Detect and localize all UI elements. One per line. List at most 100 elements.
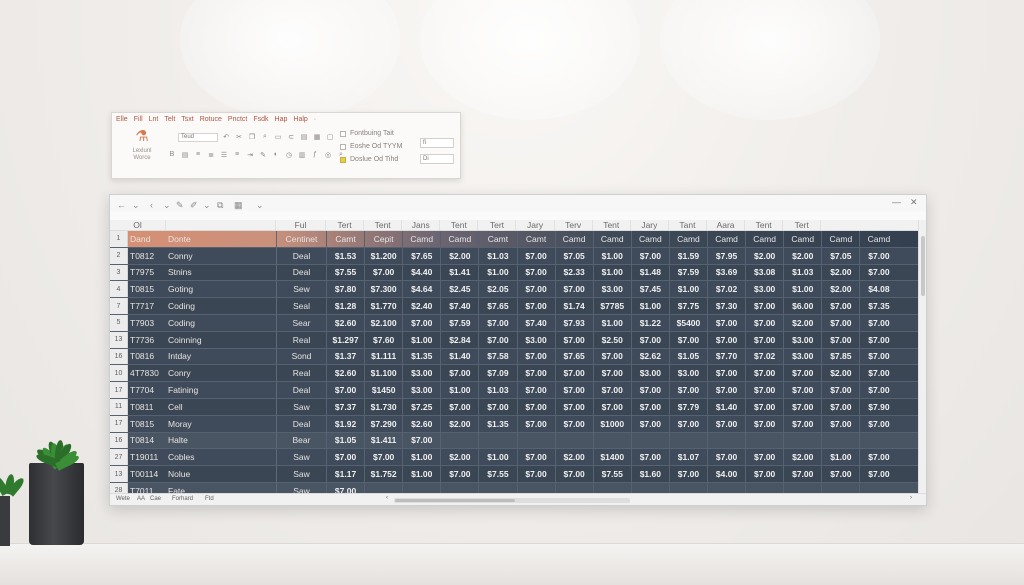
cell-value[interactable]: $1.111 bbox=[364, 348, 402, 365]
cell-value[interactable]: $1.03 bbox=[478, 382, 516, 398]
cell-value[interactable]: $7.00 bbox=[745, 365, 783, 382]
cell-value[interactable]: $1.00 bbox=[402, 331, 440, 348]
cell-id[interactable]: 4T7830 bbox=[128, 365, 166, 381]
cell-id[interactable]: T19011 bbox=[128, 449, 166, 465]
table-row[interactable]: 11 T0811 Cell Saw $7.37 $1.730 $7.25 $7.00 $7.00… bbox=[110, 399, 918, 416]
cell-value[interactable]: $7.00 bbox=[668, 466, 707, 482]
cell-value[interactable]: $7.00 bbox=[592, 382, 631, 398]
cell-value[interactable]: Camd bbox=[630, 231, 669, 247]
cell-value[interactable]: $7.00 bbox=[707, 415, 745, 432]
cell-value[interactable]: $7.00 bbox=[821, 399, 859, 415]
cell-value[interactable]: $7.00 bbox=[668, 382, 707, 398]
cell-value[interactable]: $7.59 bbox=[440, 315, 478, 331]
table-row[interactable]: 2 T0812 Conny Deal $1.53 $1.200 $7.65 $2.00 $1.0… bbox=[110, 247, 918, 265]
cell-value[interactable]: $7.00 bbox=[516, 415, 555, 432]
cell-value[interactable]: $7.00 bbox=[707, 449, 745, 466]
option-dropdown[interactable]: Di bbox=[420, 154, 454, 164]
cell-value[interactable]: $7.00 bbox=[364, 449, 402, 466]
cell-type[interactable]: Deal bbox=[276, 415, 326, 432]
dropdown-icon[interactable]: ⌄ bbox=[256, 200, 264, 211]
cell-type[interactable]: Centinet bbox=[276, 231, 326, 247]
checkbox-icon[interactable] bbox=[340, 130, 346, 137]
column-header[interactable]: Tent bbox=[440, 220, 479, 230]
cell-value[interactable]: $7.35 bbox=[859, 298, 897, 314]
scroll-left-icon[interactable]: ‹ bbox=[386, 495, 388, 501]
cell-value[interactable]: $3.08 bbox=[745, 264, 783, 281]
cell-value[interactable]: $1.00 bbox=[592, 315, 631, 331]
copy-icon[interactable]: ❐ bbox=[248, 133, 256, 141]
cell-value[interactable]: $1.411 bbox=[364, 432, 402, 449]
cell-type[interactable]: Real bbox=[276, 365, 326, 382]
cell-id[interactable]: T0815 bbox=[128, 281, 166, 297]
cell-value[interactable]: $7.00 bbox=[859, 247, 897, 264]
cell-value[interactable]: $7.45 bbox=[630, 281, 669, 298]
table-row[interactable]: 1 Dand Donte Centinet Camt Cepit Camd Camd Camt C… bbox=[110, 231, 918, 248]
cell-value[interactable]: $1400 bbox=[592, 449, 631, 466]
tab-file[interactable]: Elle bbox=[116, 116, 128, 123]
column-header[interactable]: Jary bbox=[630, 220, 669, 230]
cell-value[interactable]: $1.41 bbox=[440, 264, 478, 281]
chart-icon[interactable]: ▤ bbox=[300, 133, 308, 141]
cell-value[interactable]: $7.00 bbox=[783, 466, 821, 482]
cell-value[interactable]: $7.75 bbox=[668, 298, 707, 314]
sheet-tab[interactable]: AA bbox=[137, 496, 145, 502]
cell-value[interactable]: $1.770 bbox=[364, 298, 402, 314]
cell-value[interactable]: $7.80 bbox=[326, 281, 364, 298]
tab-list[interactable]: Lnt bbox=[149, 116, 159, 123]
search-icon[interactable]: ⌕ bbox=[261, 133, 269, 141]
cell-value[interactable]: $7.70 bbox=[707, 348, 745, 365]
sheet-tab[interactable]: Forhard bbox=[172, 496, 193, 502]
cell-value[interactable]: $7.00 bbox=[516, 365, 555, 382]
cut-icon[interactable]: ✂ bbox=[235, 133, 243, 141]
cell-value[interactable]: $1.00 bbox=[402, 466, 440, 482]
cell-value[interactable]: $3.00 bbox=[402, 382, 440, 398]
row-number[interactable]: 17 bbox=[110, 382, 128, 398]
cell-value[interactable]: $1.00 bbox=[630, 298, 669, 314]
cell-value[interactable]: $2.05 bbox=[478, 281, 516, 298]
cell-value[interactable]: $3.00 bbox=[783, 348, 821, 365]
row-number[interactable]: 10 bbox=[110, 365, 128, 382]
cell-value[interactable] bbox=[707, 432, 745, 449]
row-number[interactable]: 7 bbox=[110, 298, 128, 314]
cell-type[interactable]: Deal bbox=[276, 382, 326, 398]
cell-type[interactable]: Real bbox=[276, 331, 326, 348]
cell-value[interactable]: $7.55 bbox=[592, 466, 631, 482]
cell-value[interactable] bbox=[630, 432, 669, 449]
cell-value[interactable]: $7.00 bbox=[668, 331, 707, 348]
table-icon[interactable]: ▦ bbox=[313, 133, 321, 141]
cell-value[interactable]: $2.60 bbox=[402, 415, 440, 432]
column-header[interactable]: Ful bbox=[276, 220, 326, 230]
cell-value[interactable]: $7.58 bbox=[478, 348, 516, 365]
cell-value[interactable]: $1.05 bbox=[668, 348, 707, 365]
cell-name[interactable]: Stnins bbox=[166, 265, 276, 281]
column-header[interactable]: Jans bbox=[402, 220, 441, 230]
cell-value[interactable]: $7.30 bbox=[707, 298, 745, 314]
cell-value[interactable]: $7.00 bbox=[745, 298, 783, 314]
cell-type[interactable]: Sond bbox=[276, 348, 326, 365]
cell-value[interactable]: $3.00 bbox=[630, 365, 669, 382]
cell-value[interactable]: $7.00 bbox=[859, 365, 897, 382]
cell-value[interactable]: Camt bbox=[478, 231, 516, 247]
cell-value[interactable] bbox=[859, 432, 897, 449]
cell-value[interactable]: Camt bbox=[326, 231, 364, 247]
cell-value[interactable]: $4.40 bbox=[402, 264, 440, 281]
cell-value[interactable]: $1.17 bbox=[326, 466, 364, 482]
row-number[interactable]: 2 bbox=[110, 247, 128, 264]
cell-value[interactable]: $7.00 bbox=[707, 315, 745, 331]
cell-name[interactable]: Moray bbox=[166, 416, 276, 432]
cell-value[interactable]: $7.00 bbox=[859, 331, 897, 348]
cell-value[interactable]: $7.00 bbox=[745, 315, 783, 331]
row-number[interactable]: 16 bbox=[110, 432, 128, 449]
row-number[interactable]: 13 bbox=[110, 466, 128, 482]
tab-hap[interactable]: Hap bbox=[275, 116, 288, 123]
cell-value[interactable]: $7.00 bbox=[478, 399, 516, 415]
cell-value[interactable]: $5400 bbox=[668, 315, 707, 331]
cell-type[interactable]: Saw bbox=[276, 466, 326, 482]
tab-more[interactable]: · bbox=[314, 116, 316, 123]
font-input[interactable]: Teud bbox=[178, 133, 218, 142]
cell-value[interactable]: $1.22 bbox=[630, 315, 669, 331]
cell-value[interactable]: $3.00 bbox=[402, 365, 440, 382]
chevron-down-icon[interactable]: ⌄ bbox=[163, 200, 171, 211]
cell-value[interactable]: $7.00 bbox=[516, 298, 555, 314]
cell-value[interactable]: Camd bbox=[592, 231, 631, 247]
